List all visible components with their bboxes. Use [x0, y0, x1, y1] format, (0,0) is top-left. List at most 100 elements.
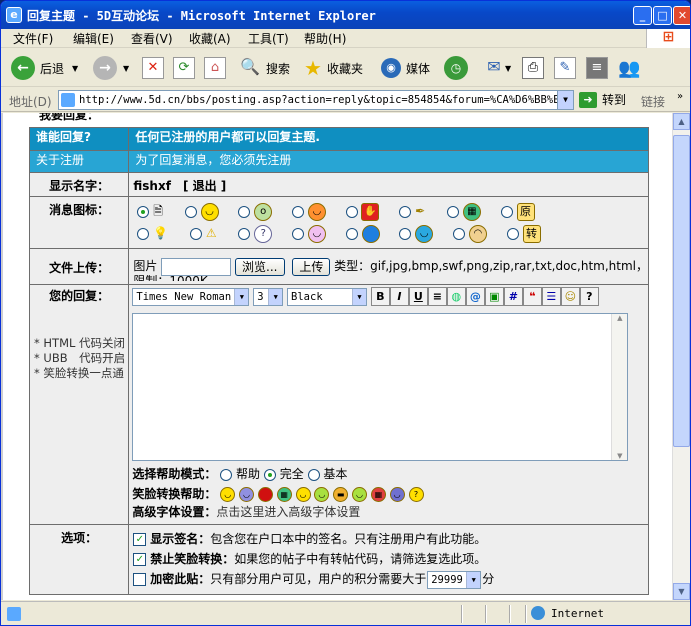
menu-file[interactable]: 文件(F): [13, 30, 53, 47]
star-icon: ★: [304, 56, 322, 80]
close-icon[interactable]: ✕: [673, 6, 690, 25]
icon-radio[interactable]: [238, 205, 251, 218]
textarea-scrollbar[interactable]: ▲ ▼: [611, 314, 628, 460]
messenger-button[interactable]: 👥: [618, 54, 640, 82]
icon-radio[interactable]: [399, 205, 412, 218]
scroll-up-icon[interactable]: ▲: [673, 113, 690, 130]
partial-heading: 我要回复：: [39, 113, 100, 122]
scroll-down-icon[interactable]: ▼: [673, 583, 690, 600]
maximize-icon[interactable]: □: [653, 6, 672, 25]
smiley-confused-icon[interactable]: ?: [408, 487, 424, 502]
signature-checkbox[interactable]: ✓: [133, 533, 147, 546]
smiley-angry-icon[interactable]: ▦: [370, 487, 386, 502]
upload-button[interactable]: 上传: [292, 257, 331, 276]
font-color-select[interactable]: Black ▼: [287, 287, 368, 306]
icon-radio[interactable]: [447, 205, 460, 218]
upload-file-input[interactable]: [161, 257, 232, 276]
encrypt-checkbox[interactable]: [133, 573, 147, 586]
icon-radio[interactable]: [453, 227, 466, 240]
disable-smiley-checkbox[interactable]: ✓: [133, 553, 147, 566]
history-button[interactable]: ◷: [444, 54, 468, 82]
help-mode-radio-basic[interactable]: [307, 468, 320, 481]
underline-icon[interactable]: U: [408, 287, 428, 306]
search-button[interactable]: 🔍 搜索: [239, 54, 290, 82]
smiley-blue-icon[interactable]: ◡: [239, 487, 255, 502]
zone-indicator: Internet: [531, 606, 604, 620]
warning-icon: ⚠: [205, 226, 217, 240]
scroll-thumb[interactable]: [673, 135, 690, 447]
quote-icon[interactable]: ❝: [522, 287, 542, 306]
image-icon[interactable]: ▣: [484, 287, 504, 306]
smiley-note[interactable]: * 笑脸转换一点通: [34, 366, 128, 381]
icon-radio[interactable]: [292, 227, 305, 240]
edit-button[interactable]: ✎: [554, 54, 576, 82]
smiley-purple-icon[interactable]: ◡: [389, 487, 405, 502]
stop-button[interactable]: ✕: [142, 54, 164, 82]
smiley-icon[interactable]: ☺: [560, 287, 580, 306]
address-input[interactable]: http://www.5d.cn/bbs/posting.asp?action=…: [58, 90, 574, 110]
icon-radio[interactable]: [500, 205, 513, 218]
smiley-smile-icon[interactable]: ◡: [220, 487, 236, 502]
icon-radio[interactable]: [189, 227, 202, 240]
font-name-select[interactable]: Times New Roman ▼: [132, 287, 250, 306]
menu-edit[interactable]: 编辑(E): [73, 30, 114, 47]
code-icon[interactable]: #: [503, 287, 523, 306]
document-icon: 🗎: [153, 204, 163, 218]
discuss-button[interactable]: ≡: [586, 54, 608, 82]
minimize-icon[interactable]: _: [633, 6, 652, 25]
favorites-button[interactable]: ★ 收藏夹: [304, 54, 363, 82]
smiley-happy-icon[interactable]: ◡: [295, 487, 311, 502]
icon-radio[interactable]: [137, 205, 150, 218]
menu-help[interactable]: 帮助(H): [304, 30, 346, 47]
scroll-up-icon[interactable]: ▲: [612, 314, 627, 322]
list-icon[interactable]: ☰: [541, 287, 561, 306]
help-icon[interactable]: ?: [579, 287, 599, 306]
email-icon[interactable]: @: [465, 287, 485, 306]
icon-radio[interactable]: [137, 227, 150, 240]
go-button[interactable]: ➜ 转到: [579, 91, 626, 108]
links-button[interactable]: 链接: [641, 93, 665, 110]
help-mode-radio-help[interactable]: [220, 468, 233, 481]
smiley-cool-icon[interactable]: ▬: [333, 487, 349, 502]
scroll-down-icon[interactable]: ▼: [612, 452, 627, 460]
help-mode-radio-full[interactable]: [263, 468, 276, 481]
address-dropdown-icon[interactable]: ▼: [557, 91, 573, 109]
icon-radio[interactable]: [506, 227, 519, 240]
url-icon[interactable]: ◍: [446, 287, 466, 306]
media-button[interactable]: ◉ 媒体: [381, 54, 430, 82]
icon-radio[interactable]: [292, 205, 304, 218]
title-bar[interactable]: e 回复主题 - 5D互动论坛 - Microsoft Internet Exp…: [1, 1, 690, 29]
reg-value[interactable]: 为了回复消息，您必须先注册: [128, 150, 649, 173]
forward-button[interactable]: → ▼: [93, 54, 129, 82]
refresh-button[interactable]: ⟳: [173, 54, 195, 82]
smiley-wink-icon[interactable]: ◡: [314, 487, 330, 502]
icon-radio[interactable]: [345, 227, 358, 240]
icon-radio[interactable]: [345, 205, 358, 218]
smiley-red-icon[interactable]: [257, 487, 273, 502]
print-button[interactable]: ⎙: [522, 54, 544, 82]
page-scrollbar[interactable]: ▲ ▼: [672, 113, 690, 600]
menu-favorites[interactable]: 收藏(A): [189, 30, 231, 47]
font-size-select[interactable]: 3 ▼: [253, 287, 284, 306]
smiley-laugh-icon[interactable]: ◡: [352, 487, 368, 502]
menu-tools[interactable]: 工具(T): [248, 30, 289, 47]
adv-font-link[interactable]: 点击这里进入高级字体设置: [216, 505, 360, 519]
icon-radio[interactable]: [399, 227, 412, 240]
center-icon[interactable]: ≡: [427, 287, 447, 306]
logout-link[interactable]: [ 退出 ]: [183, 179, 226, 193]
icon-radio[interactable]: [238, 227, 251, 240]
smiley-grin-icon[interactable]: ▦: [276, 487, 292, 502]
mail-button[interactable]: ✉ ▼: [483, 54, 511, 82]
bold-icon[interactable]: B: [370, 287, 390, 306]
browse-button[interactable]: 浏览...: [235, 257, 285, 276]
italic-icon[interactable]: I: [389, 287, 409, 306]
points-select[interactable]: 29999 ▼: [427, 570, 482, 589]
back-button[interactable]: ← 后退 ▼: [11, 54, 78, 82]
menu-view[interactable]: 查看(V): [131, 30, 173, 47]
chevron-right-icon[interactable]: »: [677, 91, 683, 102]
icon-radio[interactable]: [184, 205, 197, 218]
home-button[interactable]: ⌂: [204, 54, 226, 82]
reply-textarea[interactable]: ▲ ▼: [132, 313, 629, 461]
ubb-note: * UBB 代码开启: [34, 351, 126, 365]
reply-form: 谁能回复? 任何已注册的用户都可以回复主题. 关于注册 为了回复消息，您必须先注册 …: [28, 127, 649, 595]
